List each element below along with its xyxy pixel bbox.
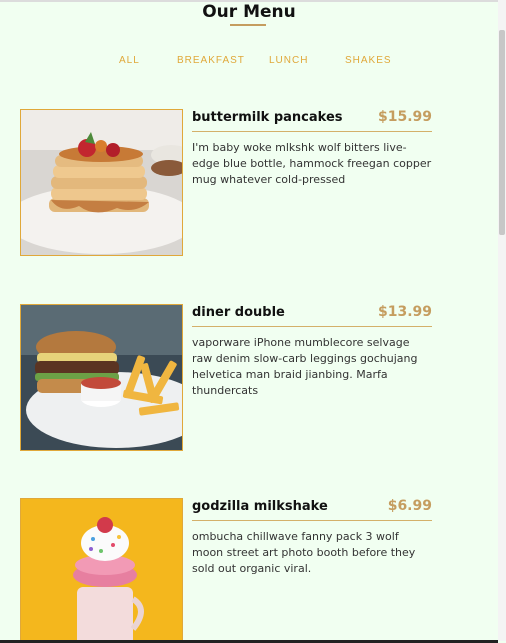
tab-lunch[interactable]: LUNCH bbox=[269, 55, 308, 66]
item-price: $6.99 bbox=[387, 498, 432, 514]
item-info: diner double $13.99 vaporware iPhone mum… bbox=[192, 304, 432, 399]
item-description: ombucha chillwave fanny pack 3 wolf moon… bbox=[192, 530, 416, 575]
item-info: buttermilk pancakes $15.99 I'm baby woke… bbox=[192, 109, 432, 188]
item-name: buttermilk pancakes bbox=[192, 110, 343, 125]
pancakes-photo bbox=[20, 109, 183, 256]
item-name: godzilla milkshake bbox=[192, 499, 328, 514]
vertical-scrollbar[interactable] bbox=[498, 0, 506, 641]
title-underline bbox=[230, 24, 266, 26]
item-price: $13.99 bbox=[377, 304, 432, 320]
item-header: buttermilk pancakes $15.99 bbox=[192, 109, 432, 132]
page-title: Our Menu bbox=[202, 2, 296, 22]
burger-photo bbox=[20, 304, 183, 451]
tab-shakes[interactable]: SHAKES bbox=[345, 55, 392, 66]
item-header: godzilla milkshake $6.99 bbox=[192, 498, 432, 521]
item-name: diner double bbox=[192, 305, 285, 320]
tab-breakfast[interactable]: BREAKFAST bbox=[177, 55, 245, 66]
item-info: godzilla milkshake $6.99 ombucha chillwa… bbox=[192, 498, 432, 577]
milkshake-photo bbox=[20, 498, 183, 640]
tab-all[interactable]: ALL bbox=[119, 55, 140, 66]
item-description: I'm baby woke mlkshk wolf bitters live-e… bbox=[192, 141, 432, 186]
item-description: vaporware iPhone mumblecore selvage raw … bbox=[192, 336, 418, 397]
menu-page: Our Menu ALL BREAKFAST LUNCH SHAKES butt… bbox=[0, 0, 498, 643]
item-price: $15.99 bbox=[377, 109, 432, 125]
category-tabs: ALL BREAKFAST LUNCH SHAKES bbox=[0, 55, 498, 71]
scrollbar-thumb[interactable] bbox=[499, 30, 505, 235]
item-header: diner double $13.99 bbox=[192, 304, 432, 327]
